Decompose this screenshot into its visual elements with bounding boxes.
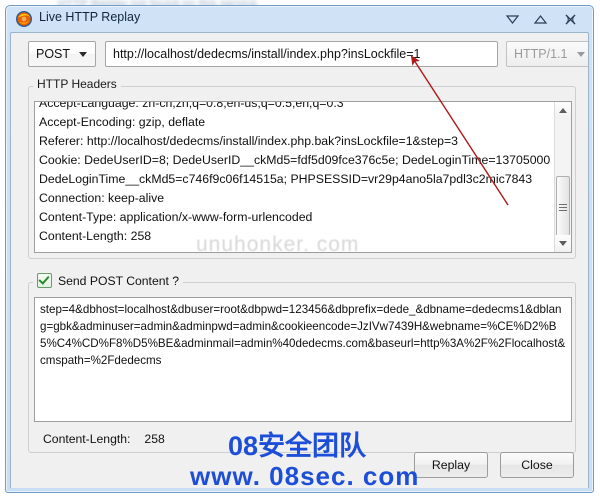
window-title: Live HTTP Replay xyxy=(39,10,141,24)
send-post-content-checkbox-row[interactable]: Send POST Content ? xyxy=(33,273,184,288)
content-length-value: 258 xyxy=(144,432,165,446)
minimize-icon[interactable] xyxy=(501,10,523,28)
scrollbar-grip-icon xyxy=(559,203,567,211)
http-method-value: POST xyxy=(36,47,71,61)
scroll-down-icon[interactable] xyxy=(555,235,571,252)
http-version-value: HTTP/1.1 xyxy=(514,47,568,61)
http-method-select[interactable]: POST xyxy=(28,41,96,67)
close-icon[interactable] xyxy=(559,10,581,28)
chevron-down-icon xyxy=(577,51,585,57)
http-headers-text: Accept-Language: zh-cn,zh;q=0.8,en-us;q=… xyxy=(39,101,551,243)
http-headers-textarea[interactable]: Accept-Language: zh-cn,zh;q=0.8,en-us;q=… xyxy=(34,101,572,253)
footer-button-row: Replay Close xyxy=(414,452,574,478)
http-version-select[interactable]: HTTP/1.1 xyxy=(506,41,588,67)
content-length-label: Content-Length: xyxy=(43,432,131,446)
dialog-client-area: POST http://localhost/dedecms/install/in… xyxy=(10,32,589,488)
http-headers-group: HTTP Headers Accept-Language: zh-cn,zh;q… xyxy=(28,77,576,259)
request-row: POST http://localhost/dedecms/install/in… xyxy=(28,41,588,69)
http-headers-groupbox: Accept-Language: zh-cn,zh;q=0.8,en-us;q=… xyxy=(28,86,576,259)
firefox-icon xyxy=(15,10,33,28)
post-content-groupbox: step=4&dbhost=localhost&dbuser=root&dbpw… xyxy=(28,282,576,453)
post-content-text: step=4&dbhost=localhost&dbuser=root&dbpw… xyxy=(40,303,566,367)
http-headers-legend: HTTP Headers xyxy=(33,77,121,91)
replay-button[interactable]: Replay xyxy=(414,452,488,478)
post-content-textarea[interactable]: step=4&dbhost=localhost&dbuser=root&dbpw… xyxy=(34,297,572,422)
live-http-replay-window: Live HTTP Replay POST http://localhost/d… xyxy=(5,5,594,493)
title-bar: Live HTTP Replay xyxy=(6,6,593,32)
post-content-length-row: Content-Length: 258 xyxy=(43,432,165,446)
chevron-down-icon xyxy=(79,51,87,57)
url-input[interactable]: http://localhost/dedecms/install/index.p… xyxy=(105,41,498,67)
close-button[interactable]: Close xyxy=(500,452,574,478)
send-post-content-label: Send POST Content ? xyxy=(58,273,180,288)
maximize-icon[interactable] xyxy=(529,10,551,28)
scroll-up-icon[interactable] xyxy=(555,102,571,119)
scrollbar-thumb[interactable] xyxy=(556,176,570,238)
http-headers-scrollbar[interactable] xyxy=(554,102,571,252)
checkbox-checked-icon[interactable] xyxy=(37,273,52,288)
post-content-group: Send POST Content ? step=4&dbhost=localh… xyxy=(28,273,576,453)
